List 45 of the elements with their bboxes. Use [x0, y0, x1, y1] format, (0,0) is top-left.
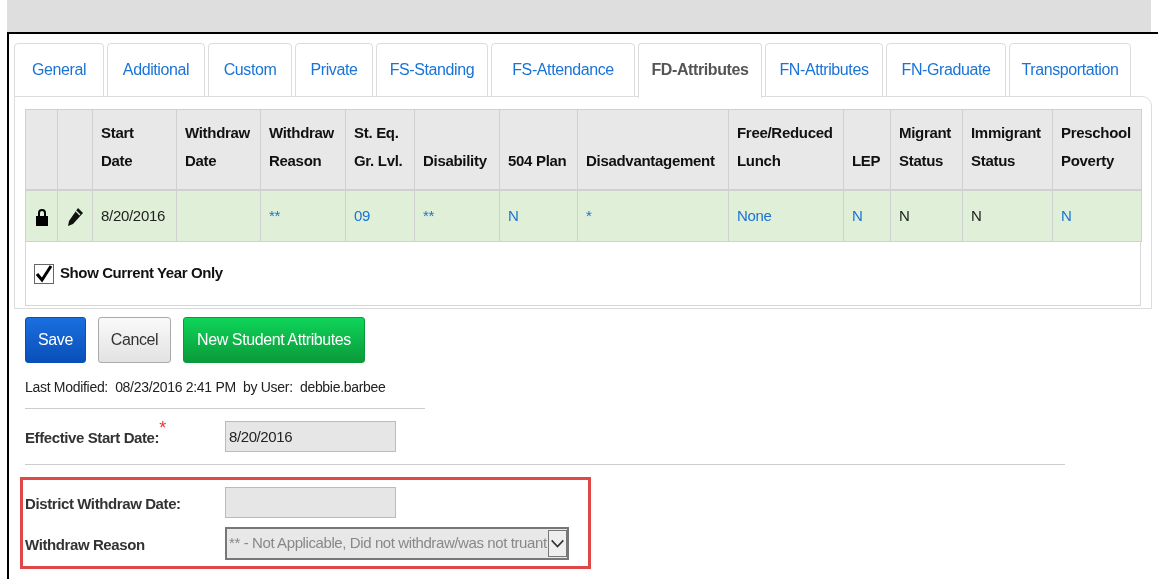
tab[interactable]: Transportation [1009, 43, 1131, 97]
column-header: St. Eq. Gr. Lvl. [354, 123, 403, 169]
field-label: District Withdraw Date: [25, 493, 181, 514]
tab[interactable]: Additional [107, 43, 205, 97]
tab[interactable]: FS-Standing [376, 43, 488, 97]
column-header: Immigrant Status [971, 123, 1041, 169]
tab[interactable]: FN-Graduate [886, 43, 1006, 97]
column-header: Free/Reduced Lunch [737, 123, 833, 169]
column-header: 504 Plan [508, 151, 567, 169]
column-header: Withdraw Reason [269, 123, 334, 169]
date-field[interactable] [225, 487, 396, 518]
cell-link[interactable]: N [852, 206, 863, 224]
cell-link[interactable]: ** [269, 206, 281, 224]
date-field[interactable]: 8/20/2016 [225, 421, 396, 452]
column-header: Preschool Poverty [1061, 123, 1131, 169]
table-cell: 8/20/2016 [101, 206, 166, 224]
tab[interactable]: FD-Attributes [638, 43, 762, 98]
checkbox[interactable] [34, 263, 54, 284]
cell-link[interactable]: ** [423, 206, 435, 224]
cancel-button[interactable]: Cancel [98, 317, 171, 363]
tab[interactable]: FS-Attendance [491, 43, 635, 97]
tab[interactable]: Private [295, 43, 373, 97]
last-modified-text: Last Modified: 08/23/2016 2:41 PM by User: debbie.barbee [24, 378, 387, 397]
cell-link[interactable]: None [737, 206, 772, 224]
reason-select[interactable]: ** - Not Applicable, Did not withdraw/was not truant [225, 527, 569, 560]
tab[interactable]: General [14, 43, 104, 97]
tab[interactable]: FN-Attributes [765, 43, 883, 97]
table-cell: N [971, 206, 982, 224]
cell-link[interactable]: N [1061, 206, 1072, 224]
new-attributes-button[interactable]: New Student Attributes [183, 317, 365, 363]
pencil-icon[interactable] [66, 206, 84, 227]
cell-link[interactable]: 09 [354, 206, 371, 224]
column-header: Migrant Status [899, 123, 952, 169]
column-header: LEP [852, 151, 881, 169]
cell-link[interactable]: N [508, 206, 519, 224]
column-header: Start Date [101, 123, 134, 169]
checkbox-label: Show Current Year Only [60, 263, 223, 284]
cell-link[interactable]: * [586, 206, 592, 224]
save-button[interactable]: Save [25, 317, 86, 363]
tab[interactable]: Custom [208, 43, 292, 97]
table-cell: N [899, 206, 910, 224]
field-label: Withdraw Reason [25, 534, 145, 555]
column-header: Withdraw Date [185, 123, 250, 169]
column-header: Disadvantagement [586, 151, 715, 169]
column-header: Disability [423, 151, 487, 169]
